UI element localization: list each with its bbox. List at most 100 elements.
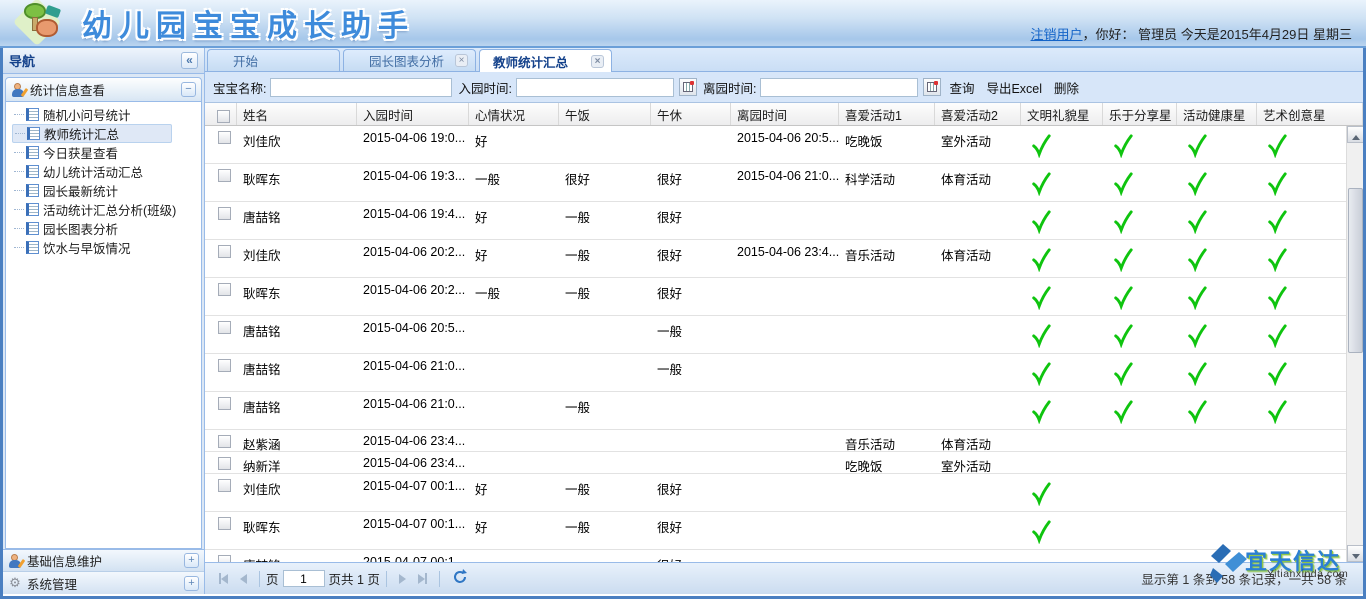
column-header-艺术创意星[interactable]: 艺术创意星 (1257, 103, 1363, 125)
row-checkbox[interactable] (218, 207, 231, 220)
tab-close-icon[interactable]: × (455, 54, 468, 67)
entry-time-input[interactable] (516, 78, 674, 97)
sidebar-item-今日获星查看[interactable]: 今日获星查看 (12, 143, 201, 162)
column-header-入园时间[interactable]: 入园时间 (357, 103, 469, 125)
next-page-button[interactable] (394, 570, 412, 588)
table-row[interactable]: 纳新洋2015-04-06 23:4...吃晚饭室外活动 (205, 452, 1363, 474)
last-page-button[interactable] (414, 570, 432, 588)
row-checkbox[interactable] (218, 245, 231, 258)
sidebar-item-活动统计汇总分析(班级)[interactable]: 活动统计汇总分析(班级) (12, 200, 201, 219)
row-checkbox[interactable] (218, 457, 231, 470)
cell-entry: 2015-04-07 00:1... (357, 512, 469, 549)
cell-lunch (559, 126, 651, 163)
sidebar-group-base-info[interactable]: 基础信息维护 + (3, 550, 204, 572)
sidebar-item-随机小问号统计[interactable]: 随机小问号统计 (12, 105, 201, 124)
row-checkbox-cell (205, 316, 237, 353)
export-excel-button[interactable]: 导出Excel (982, 76, 1046, 99)
scroll-up-icon[interactable] (1347, 126, 1363, 143)
sidebar-item-教师统计汇总[interactable]: 教师统计汇总 (12, 124, 172, 143)
cell-entry: 2015-04-06 19:4... (357, 202, 469, 239)
calendar-icon[interactable] (923, 78, 941, 96)
table-row[interactable]: 刘佳欣2015-04-06 19:0...好2015-04-06 20:5...… (205, 126, 1363, 164)
cell-star1 (1021, 452, 1103, 473)
calendar-icon[interactable] (679, 78, 697, 96)
sidebar-item-园长图表分析[interactable]: 园长图表分析 (12, 219, 201, 238)
sidebar-group-statistics[interactable]: 统计信息查看 − (6, 78, 201, 102)
table-row[interactable]: 刘佳欣2015-04-06 20:2...好一般很好2015-04-06 23:… (205, 240, 1363, 278)
collapse-icon[interactable]: « (181, 52, 198, 69)
sidebar-item-园长最新统计[interactable]: 园长最新统计 (12, 181, 201, 200)
collapse-group-icon[interactable]: − (181, 82, 196, 97)
table-row[interactable]: 耿晖东2015-04-06 19:3...一般很好很好2015-04-06 21… (205, 164, 1363, 202)
vertical-scrollbar[interactable] (1346, 126, 1363, 562)
column-header-喜爱活动1[interactable]: 喜爱活动1 (839, 103, 935, 125)
table-row[interactable]: 耿晖东2015-04-07 00:1...好一般很好 (205, 512, 1363, 550)
sidebar-item-幼儿统计活动汇总[interactable]: 幼儿统计活动汇总 (12, 162, 201, 181)
column-header-午休[interactable]: 午休 (651, 103, 731, 125)
cell-star2 (1103, 240, 1177, 277)
table-row[interactable]: 唐喆铭2015-04-06 19:4...好一般很好 (205, 202, 1363, 240)
table-row[interactable]: 唐喆铭2015-04-06 20:5...一般 (205, 316, 1363, 354)
row-checkbox-cell (205, 550, 237, 562)
table-row[interactable]: 耿晖东2015-04-06 20:2...一般一般很好 (205, 278, 1363, 316)
table-row[interactable]: 刘佳欣2015-04-07 00:1...好一般很好 (205, 474, 1363, 512)
table-row[interactable]: 唐喆铭2015-04-06 21:0...一般 (205, 354, 1363, 392)
cell-leave (731, 452, 839, 473)
row-checkbox[interactable] (218, 131, 231, 144)
expand-group-icon[interactable]: + (184, 553, 199, 568)
row-checkbox[interactable] (218, 359, 231, 372)
first-page-button[interactable] (214, 570, 232, 588)
table-row[interactable]: 唐喆铭2015-04-07 00:1很好 (205, 550, 1363, 562)
tab-教师统计汇总[interactable]: 教师统计汇总× (479, 49, 612, 72)
column-header-姓名[interactable]: 姓名 (237, 103, 357, 125)
baby-name-input[interactable] (270, 78, 452, 97)
column-header-离园时间[interactable]: 离园时间 (731, 103, 839, 125)
cell-mood: 好 (469, 126, 559, 163)
cell-act1: 吃晚饭 (839, 452, 935, 473)
row-checkbox-cell (205, 392, 237, 429)
refresh-icon[interactable] (452, 569, 468, 588)
row-checkbox[interactable] (218, 479, 231, 492)
delete-button[interactable]: 删除 (1050, 76, 1083, 99)
sidebar-item-饮水与早饭情况[interactable]: 饮水与早饭情况 (12, 238, 201, 257)
row-checkbox[interactable] (218, 435, 231, 448)
column-header-文明礼貌星[interactable]: 文明礼貌星 (1021, 103, 1103, 125)
scrollbar-thumb[interactable] (1348, 188, 1363, 353)
row-checkbox[interactable] (218, 283, 231, 296)
green-check-icon (1031, 147, 1051, 161)
row-checkbox[interactable] (218, 169, 231, 182)
tree-connector (14, 152, 24, 153)
table-row[interactable]: 赵紫涵2015-04-06 23:4...音乐活动体育活动 (205, 430, 1363, 452)
app-title: 幼儿园宝宝成长助手 (82, 1, 415, 45)
row-checkbox[interactable] (218, 397, 231, 410)
leave-time-input[interactable] (760, 78, 918, 97)
cell-nap: 一般 (651, 316, 731, 353)
search-button[interactable]: 查询 (945, 76, 978, 99)
sidebar-group-system[interactable]: ⚙ 系统管理 + (3, 572, 204, 594)
logout-link[interactable]: 注销用户 (1031, 27, 1083, 42)
column-header-午饭[interactable]: 午饭 (559, 103, 651, 125)
column-header-活动健康星[interactable]: 活动健康星 (1177, 103, 1257, 125)
green-check-icon (1267, 261, 1287, 275)
cell-mood (469, 392, 559, 429)
person-icon (8, 554, 22, 568)
document-icon (26, 241, 39, 254)
tab-开始[interactable]: 开始 (207, 49, 340, 71)
table-row[interactable]: 唐喆铭2015-04-06 21:0...一般 (205, 392, 1363, 430)
row-checkbox[interactable] (218, 321, 231, 334)
row-checkbox[interactable] (218, 517, 231, 530)
tab-园长图表分析[interactable]: 园长图表分析× (343, 49, 476, 71)
cell-star1 (1021, 126, 1103, 163)
expand-group-icon[interactable]: + (184, 576, 199, 591)
cell-mood: 一般 (469, 278, 559, 315)
column-header-乐于分享星[interactable]: 乐于分享星 (1103, 103, 1177, 125)
tab-close-icon[interactable]: × (591, 55, 604, 68)
column-header-喜爱活动2[interactable]: 喜爱活动2 (935, 103, 1021, 125)
prev-page-button[interactable] (234, 570, 252, 588)
green-check-icon (1267, 337, 1287, 351)
row-checkbox[interactable] (218, 555, 231, 562)
select-all-checkbox[interactable] (217, 110, 230, 123)
scroll-down-icon[interactable] (1347, 545, 1363, 562)
column-header-心情状况[interactable]: 心情状况 (469, 103, 559, 125)
page-number-input[interactable] (283, 570, 325, 587)
